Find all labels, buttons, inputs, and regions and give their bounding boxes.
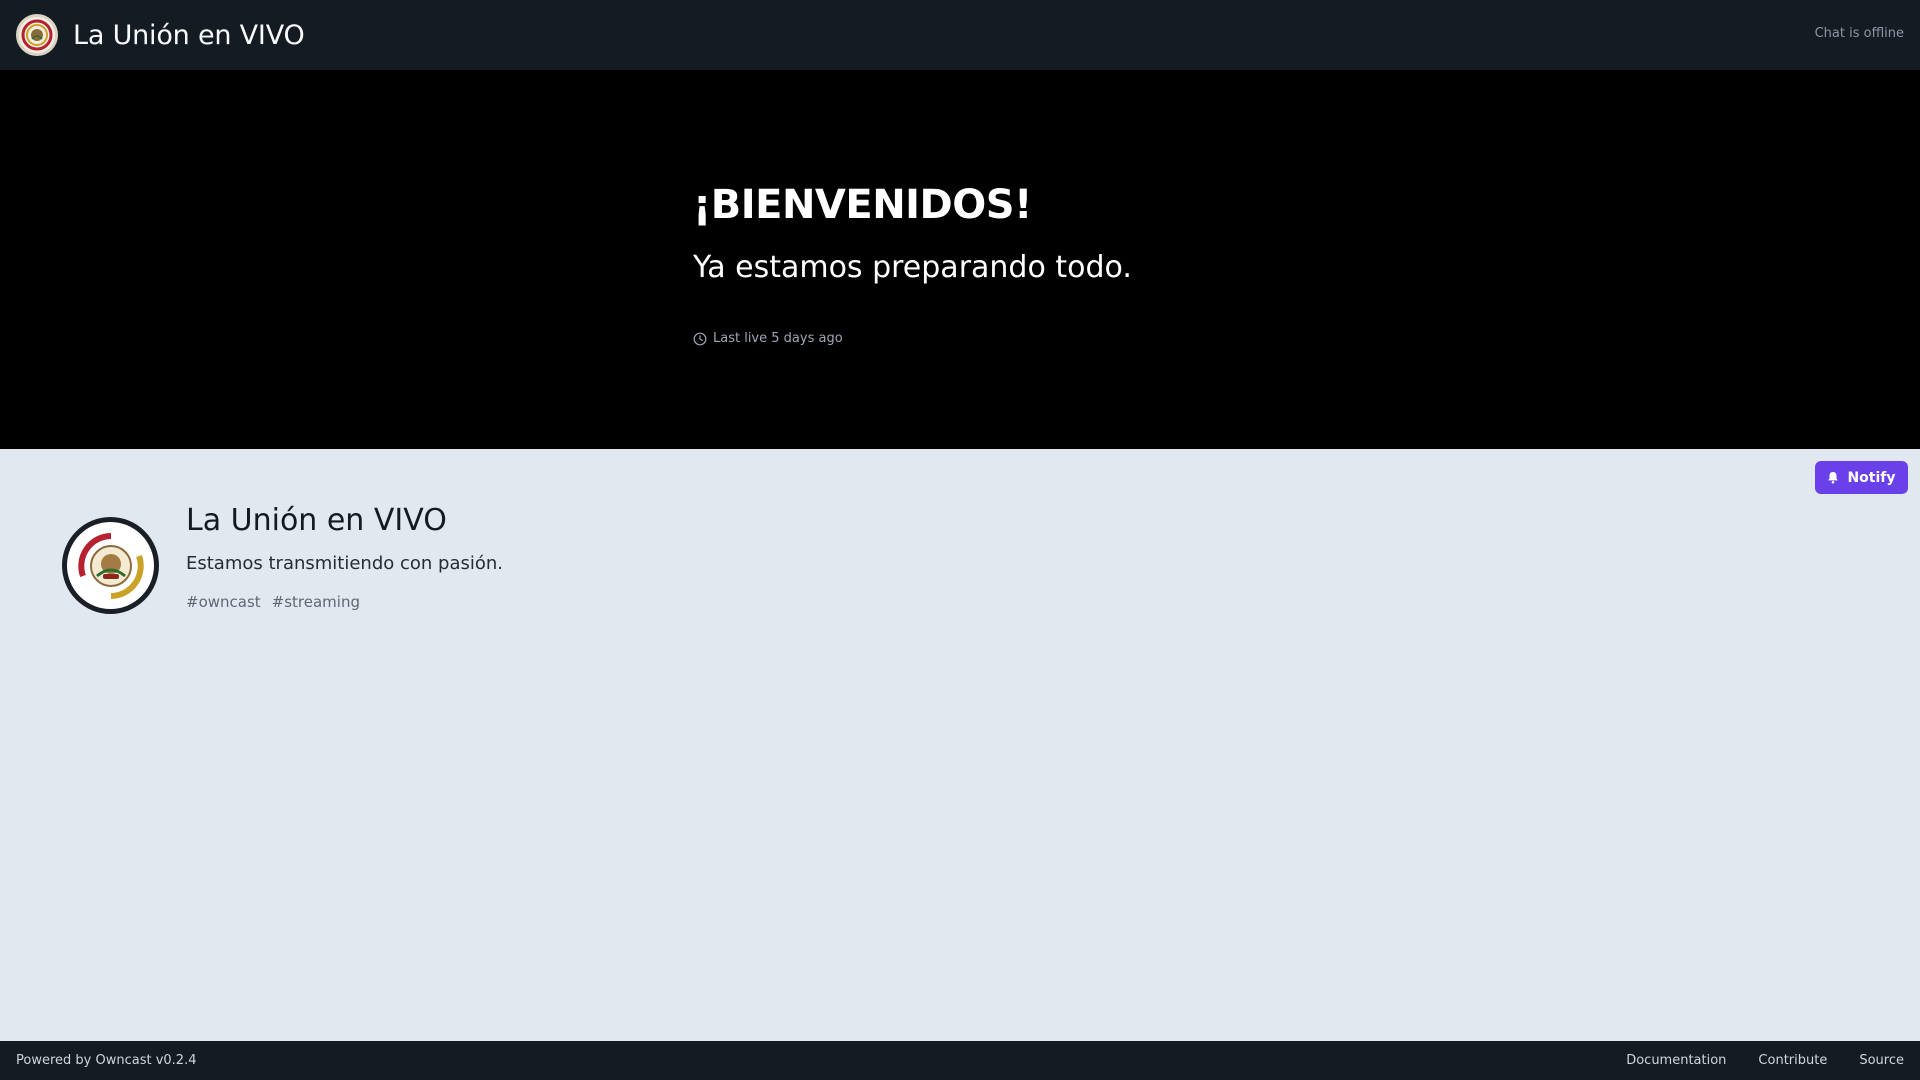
tag-list: #owncast #streaming [186, 593, 360, 611]
footer-links: Documentation Contribute Source [1626, 1053, 1904, 1068]
chat-status-text: Chat is offline [1814, 26, 1904, 41]
top-header: La Unión en VIVO Chat is offline [0, 0, 1920, 70]
club-crest-logo[interactable] [16, 14, 58, 56]
bell-icon [1828, 472, 1839, 484]
club-crest-icon [77, 532, 144, 599]
profile-name: La Unión en VIVO [186, 503, 447, 538]
tag-owncast[interactable]: #owncast [186, 593, 261, 611]
documentation-link[interactable]: Documentation [1626, 1053, 1726, 1068]
powered-by-link[interactable]: Powered by Owncast v0.2.4 [16, 1053, 196, 1068]
profile-description: Estamos transmitiendo con pasión. [186, 553, 504, 574]
contribute-link[interactable]: Contribute [1758, 1053, 1827, 1068]
offline-message: ¡BIENVENIDOS! Ya estamos preparando todo… [693, 182, 1453, 346]
site-title[interactable]: La Unión en VIVO [73, 20, 305, 51]
page-footer: Powered by Owncast v0.2.4 Documentation … [0, 1041, 1920, 1080]
last-live-text: Last live 5 days ago [713, 331, 843, 346]
welcome-headline: ¡BIENVENIDOS! [693, 182, 1032, 228]
last-live-info: Last live 5 days ago [693, 331, 1453, 346]
clock-icon [693, 332, 707, 345]
profile-avatar [62, 517, 159, 614]
source-link[interactable]: Source [1859, 1053, 1904, 1068]
notify-button[interactable]: Notify [1815, 461, 1908, 494]
offline-stream-banner: ¡BIENVENIDOS! Ya estamos preparando todo… [0, 70, 1920, 449]
tag-streaming[interactable]: #streaming [272, 593, 360, 611]
welcome-subheadline: Ya estamos preparando todo. [693, 250, 1132, 285]
notify-label: Notify [1847, 469, 1896, 486]
crest-icon [21, 19, 53, 51]
